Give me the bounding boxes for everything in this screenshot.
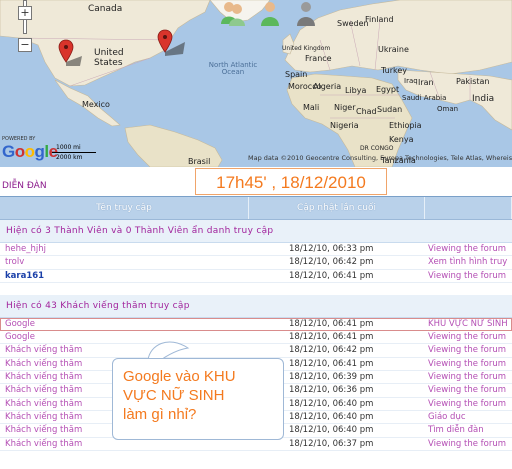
zoom-out-button[interactable]: − bbox=[18, 38, 32, 52]
map-label-oman: Oman bbox=[437, 105, 459, 113]
map-label-spain: Spain bbox=[285, 70, 308, 79]
map-label-dr-congo: DR CONGO bbox=[360, 145, 394, 152]
viewing-location-link[interactable]: KHU VỰC NỮ SINH bbox=[425, 318, 512, 330]
world-map[interactable]: + − Canada United States Mexico North At… bbox=[0, 0, 512, 167]
google-logo-letter: o bbox=[24, 142, 35, 161]
map-label-finland: Finland bbox=[365, 15, 394, 24]
members-list: hehe_hjhj 18/12/10, 06:33 pm Viewing the f… bbox=[0, 243, 512, 283]
map-label-iran: Iran bbox=[418, 78, 434, 87]
last-update-time: 18/12/10, 06:41 pm bbox=[289, 270, 374, 281]
table-header: Tên truy cập Cập nhật lần cuối bbox=[0, 196, 512, 220]
timestamp-box: 17h45' , 18/12/2010 bbox=[195, 168, 387, 195]
viewing-location-link[interactable]: Viewing the forum bbox=[425, 398, 512, 410]
last-update-time: 18/12/10, 06:41 pm bbox=[289, 318, 374, 329]
last-update-time: 18/12/10, 06:42 pm bbox=[289, 345, 374, 356]
viewing-location-link[interactable]: Viewing the forum bbox=[425, 344, 512, 356]
map-label-egypt: Egypt bbox=[376, 85, 400, 94]
google-logo-letter: g bbox=[34, 142, 45, 161]
username-link[interactable]: Google bbox=[0, 318, 249, 330]
column-header-username: Tên truy cập bbox=[0, 197, 249, 219]
guest-user-icon bbox=[297, 2, 315, 26]
members-section-title: Hiện có 3 Thành Viên và 0 Thành Viên ẩn … bbox=[0, 220, 512, 243]
table-row: Khách viếng thăm 18/12/10, 06:42 pm Viewin… bbox=[0, 344, 512, 358]
table-row: kara161 18/12/10, 06:41 pm Viewing the for… bbox=[0, 270, 512, 283]
last-update-time: 18/12/10, 06:33 pm bbox=[289, 244, 374, 254]
table-row: hehe_hjhj 18/12/10, 06:33 pm Viewing the f… bbox=[0, 243, 512, 257]
map-label-brasil: Brasil bbox=[188, 157, 211, 166]
map-attribution[interactable]: Map data ©2010 Geocentre Consulting, Eur… bbox=[248, 154, 512, 162]
map-label-mali: Mali bbox=[303, 103, 320, 112]
last-update-time: 18/12/10, 06:41 pm bbox=[289, 332, 374, 343]
map-label-libya: Libya bbox=[345, 86, 367, 95]
last-update-time: 18/12/10, 06:42 pm bbox=[289, 257, 374, 268]
map-label-sudan: Sudan bbox=[377, 105, 403, 114]
guests-section-title: Hiện có 43 Khách viếng thăm truy cập bbox=[0, 294, 512, 318]
map-pin-east-coast[interactable] bbox=[157, 28, 187, 58]
viewing-location-link[interactable]: Viewing the forum bbox=[425, 331, 512, 343]
map-label-ethiopia: Ethiopia bbox=[389, 121, 422, 130]
viewing-location-link[interactable]: Viewing the forum bbox=[425, 270, 512, 282]
username-link[interactable]: Khách viếng thăm bbox=[0, 344, 249, 356]
scale-km: 2000 km bbox=[56, 154, 83, 161]
zoom-control: + − bbox=[18, 0, 34, 52]
map-landmass bbox=[0, 0, 512, 167]
map-label-france: France bbox=[305, 54, 332, 63]
viewing-location-link[interactable]: Viewing the forum bbox=[425, 243, 512, 255]
map-label-united-kingdom: United Kingdom bbox=[282, 45, 331, 52]
map-label-algeria: Algeria bbox=[313, 82, 342, 91]
map-label-iraq: Iraq bbox=[404, 77, 418, 85]
map-label-nigeria: Nigeria bbox=[330, 121, 359, 130]
column-header-last-update: Cập nhật lần cuối bbox=[249, 197, 425, 219]
map-label-sweden: Sweden bbox=[337, 19, 369, 28]
table-row: Google 18/12/10, 06:41 pm KHU VỰC NỮ SINH bbox=[0, 317, 512, 332]
map-label-north-atlantic-ocean: North Atlantic Ocean bbox=[208, 61, 258, 76]
google-logo-letter: o bbox=[14, 142, 25, 161]
user-icon bbox=[261, 2, 279, 26]
username-link[interactable]: hehe_hjhj bbox=[0, 243, 249, 255]
viewing-location-link[interactable]: Tìm diễn đàn bbox=[425, 424, 512, 436]
username-link[interactable]: Google bbox=[0, 331, 249, 343]
map-label-united-states: United States bbox=[94, 48, 124, 68]
callout-line-1: Google vào KHU bbox=[123, 368, 236, 385]
google-logo-letter: G bbox=[2, 142, 15, 161]
callout-line-3: làm gì nhỉ? bbox=[123, 406, 197, 423]
map-label-saudi-arabia: Saudi Arabia bbox=[402, 94, 447, 102]
map-scale: 1000 mi 2000 km bbox=[52, 144, 108, 162]
group-users-icon bbox=[221, 2, 245, 26]
table-row: trolv 18/12/10, 06:42 pm Xem tình hình tru… bbox=[0, 256, 512, 270]
table-row: Google 18/12/10, 06:41 pm Viewing the foru… bbox=[0, 331, 512, 345]
speech-callout: Google vào KHU VỰC NỮ SINH làm gì nhỉ? bbox=[112, 358, 284, 440]
zoom-in-button[interactable]: + bbox=[18, 6, 32, 20]
google-logo[interactable]: Google bbox=[2, 143, 58, 160]
viewing-location-link[interactable]: Xem tình hình truy bbox=[425, 256, 512, 268]
viewing-location-link[interactable]: Viewing the forum bbox=[425, 384, 512, 396]
forum-link[interactable]: DIỄN ĐÀN bbox=[2, 181, 47, 191]
map-label-canada: Canada bbox=[88, 4, 123, 14]
viewing-location-link[interactable]: Giáo dục bbox=[425, 411, 512, 423]
username-link[interactable]: trolv bbox=[0, 256, 249, 268]
map-label-chad: Chad bbox=[356, 107, 377, 116]
viewing-location-link[interactable]: Viewing the forum bbox=[425, 438, 512, 450]
callout-line-2: VỰC NỮ SINH bbox=[123, 387, 225, 404]
map-label-turkey: Turkey bbox=[381, 66, 408, 75]
map-label-pakistan: Pakistan bbox=[456, 77, 490, 86]
viewing-location-link[interactable]: Viewing the forum bbox=[425, 371, 512, 383]
map-label-ukraine: Ukraine bbox=[378, 45, 409, 54]
map-pin-west-coast[interactable] bbox=[58, 38, 82, 68]
scale-miles: 1000 mi bbox=[56, 144, 81, 151]
map-label-india: India bbox=[472, 94, 495, 104]
map-label-mexico: Mexico bbox=[82, 100, 110, 109]
viewing-location-link[interactable]: Viewing the forum bbox=[425, 358, 512, 370]
map-label-kenya: Kenya bbox=[389, 135, 414, 144]
column-header-location bbox=[425, 197, 512, 219]
map-label-niger: Niger bbox=[334, 103, 356, 112]
username-link[interactable]: kara161 bbox=[0, 270, 249, 282]
